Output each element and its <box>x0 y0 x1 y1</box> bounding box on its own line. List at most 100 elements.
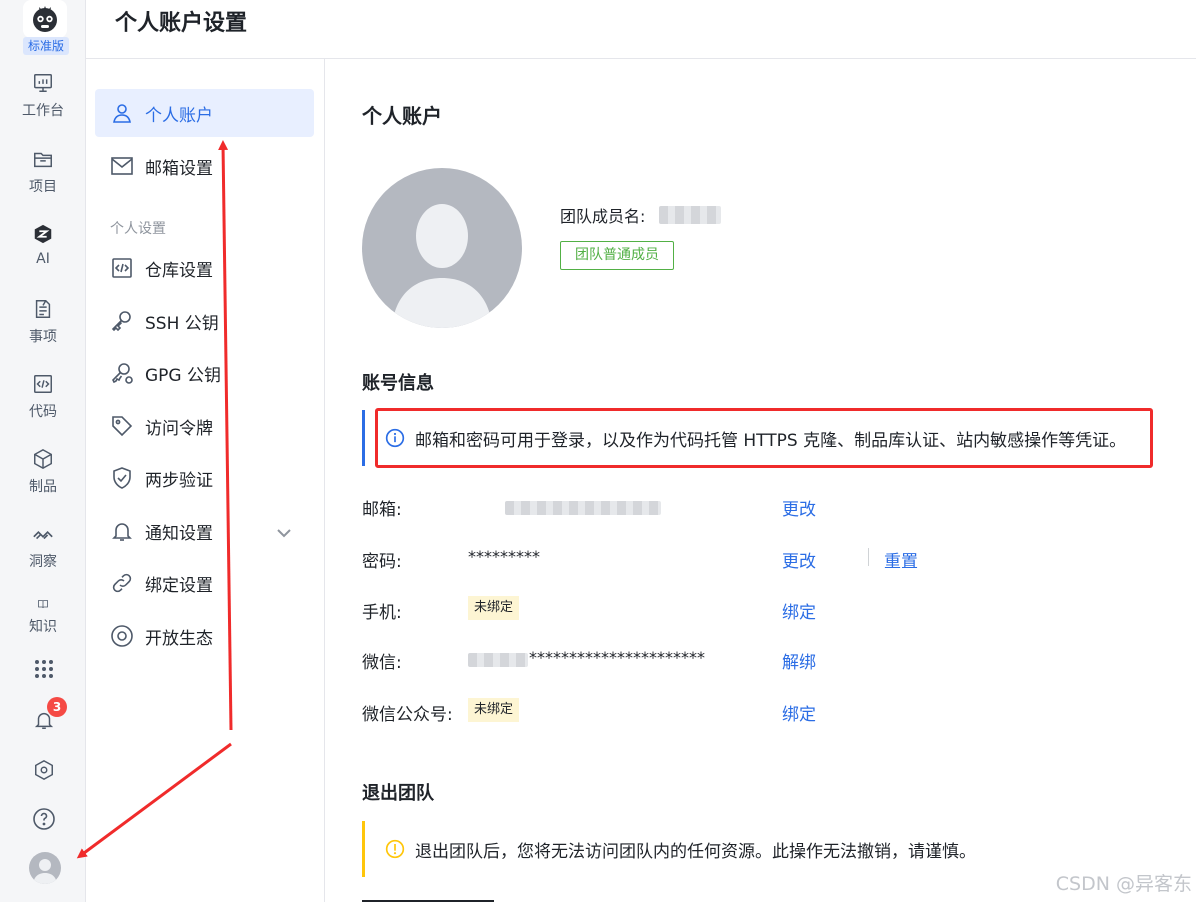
logo[interactable]: 标准版 <box>23 0 69 56</box>
rail-item-workbench[interactable]: 工作台 <box>0 72 86 134</box>
section-title-account-info: 账号信息 <box>362 373 434 394</box>
book-icon <box>38 600 48 609</box>
phone-row: 手机: 未绑定 绑定 <box>362 594 962 624</box>
annotation-highlight-box <box>375 408 1153 468</box>
sidebar-item-label: 仓库设置 <box>145 260 213 281</box>
settings-button[interactable] <box>27 753 61 787</box>
sidebar-item-gpg[interactable]: GPG 公钥 <box>95 349 314 397</box>
folder-icon <box>34 152 52 168</box>
sidebar-item-ssh[interactable]: SSH 公钥 <box>95 297 314 345</box>
section-title-account: 个人账户 <box>362 104 442 128</box>
rail-item-wiki[interactable]: 知识 <box>0 598 86 636</box>
avatar-icon <box>33 859 57 884</box>
sidebar-item-personal-account[interactable]: 个人账户 <box>95 89 314 137</box>
link-icon <box>112 573 132 593</box>
insight-icon <box>33 530 53 540</box>
wechat-mp-row: 微信公众号: 未绑定 绑定 <box>362 696 962 726</box>
password-row: 密码: ********* 更改 重置 <box>362 543 962 573</box>
rail-item-projects[interactable]: 项目 <box>0 148 86 210</box>
avatar-placeholder-icon <box>392 204 492 328</box>
sidebar-item-notifications[interactable]: 通知设置 <box>95 507 314 555</box>
edition-badge: 标准版 <box>23 37 69 55</box>
help-icon <box>33 808 55 830</box>
package-icon <box>34 448 52 470</box>
warning-icon <box>385 839 405 859</box>
rail-item-label: 项目 <box>29 179 57 195</box>
user-icon <box>113 104 131 123</box>
chevron-down-icon[interactable] <box>272 521 296 545</box>
sidebar-item-open-ecosystem[interactable]: 开放生态 <box>95 612 314 660</box>
change-email-link[interactable]: 更改 <box>782 495 816 520</box>
wechat-mp-label: 微信公众号: <box>362 705 453 725</box>
email-row: 邮箱: 更改 <box>362 491 962 521</box>
sidebar-item-repo[interactable]: 仓库设置 <box>95 244 314 292</box>
global-nav-rail: 标准版 工作台 项目 AI 事项 代码 制品 洞察 知识 3 <box>0 0 86 902</box>
sidebar-item-label: 开放生态 <box>145 628 213 649</box>
sidebar-item-label: 邮箱设置 <box>145 158 213 179</box>
password-value: ********* <box>468 547 540 566</box>
profile-avatar[interactable] <box>362 168 522 328</box>
sidebar-item-label: 访问令牌 <box>145 418 213 439</box>
rail-item-issues[interactable]: 事项 <box>0 298 86 360</box>
key-icon <box>111 311 131 332</box>
redacted-wechat <box>468 653 528 667</box>
code-icon <box>34 375 52 393</box>
apps-grid-button[interactable] <box>27 652 61 686</box>
bind-wechat-mp-link[interactable]: 绑定 <box>782 700 816 725</box>
sidebar-item-label: 通知设置 <box>145 523 213 544</box>
rail-item-label: 事项 <box>29 329 57 345</box>
rail-item-insight[interactable]: 洞察 <box>0 523 86 585</box>
unbind-wechat-link[interactable]: 解绑 <box>782 648 816 673</box>
redacted-email <box>505 501 661 515</box>
dashboard-icon <box>34 74 52 92</box>
tag-icon <box>112 416 133 437</box>
sidebar-item-label: GPG 公钥 <box>145 365 222 386</box>
phone-label: 手机: <box>362 603 402 623</box>
rail-item-code[interactable]: 代码 <box>0 373 86 435</box>
sidebar-item-label: SSH 公钥 <box>145 313 219 334</box>
bind-phone-link[interactable]: 绑定 <box>782 598 816 623</box>
role-tag: 团队普通成员 <box>560 241 674 270</box>
team-member-name: 团队成员名: <box>560 203 722 227</box>
rail-item-artifacts[interactable]: 制品 <box>0 448 86 510</box>
wechat-label: 微信: <box>362 653 402 673</box>
redacted-name <box>659 206 722 224</box>
rail-item-ai[interactable]: AI <box>0 223 86 285</box>
change-password-link[interactable]: 更改 <box>782 547 816 572</box>
warning-notice-text: 退出团队后，您将无法访问团队内的任何资源。此操作无法撤销，请谨慎。 <box>415 841 976 862</box>
wechat-row: 微信: ********************** 解绑 <box>362 644 962 674</box>
rail-item-label: AI <box>36 251 50 267</box>
settings-sidebar: 个人账户 邮箱设置 个人设置 仓库设置 SSH 公钥 GPG 公钥 访问令牌 两… <box>86 59 325 902</box>
help-button[interactable] <box>27 802 61 836</box>
rail-item-label: 工作台 <box>22 103 64 119</box>
team-member-label: 团队成员名: <box>560 207 646 226</box>
sidebar-item-binding[interactable]: 绑定设置 <box>95 559 314 607</box>
sidebar-item-email[interactable]: 邮箱设置 <box>95 142 314 190</box>
sidebar-item-label: 个人账户 <box>145 105 213 126</box>
email-label: 邮箱: <box>362 500 402 520</box>
sidebar-item-2fa[interactable]: 两步验证 <box>95 454 314 502</box>
sidebar-group-label: 个人设置 <box>110 221 166 237</box>
rail-item-label: 知识 <box>29 619 57 635</box>
page-title: 个人账户设置 <box>115 11 248 36</box>
watermark: CSDN @异客东 <box>1055 873 1192 895</box>
section-title-leave-team: 退出团队 <box>362 783 434 804</box>
hexagon-settings-icon <box>35 759 53 781</box>
bell-icon <box>112 523 132 541</box>
notification-count-badge: 3 <box>47 697 67 717</box>
unbound-tag: 未绑定 <box>468 596 520 620</box>
info-notice: 邮箱和密码可用于登录，以及作为代码托管 HTTPS 克隆、制品库认证、站内敏感操… <box>362 408 1196 468</box>
mail-icon <box>111 157 133 175</box>
reset-password-link[interactable]: 重置 <box>884 547 918 572</box>
logo-icon <box>23 0 67 38</box>
sidebar-item-access-token[interactable]: 访问令牌 <box>95 402 314 450</box>
sidebar-item-label: 绑定设置 <box>145 575 213 596</box>
wechat-value: ********************** <box>529 648 705 667</box>
grid-icon <box>35 660 53 678</box>
password-label: 密码: <box>362 552 402 572</box>
app-window: 标准版 工作台 项目 AI 事项 代码 制品 洞察 知识 3 个人账户设置 个人… <box>0 0 1196 902</box>
notifications-button[interactable]: 3 <box>27 697 67 737</box>
unbound-tag: 未绑定 <box>468 698 520 722</box>
gpg-key-icon <box>112 363 133 384</box>
user-avatar-button[interactable] <box>29 852 61 884</box>
